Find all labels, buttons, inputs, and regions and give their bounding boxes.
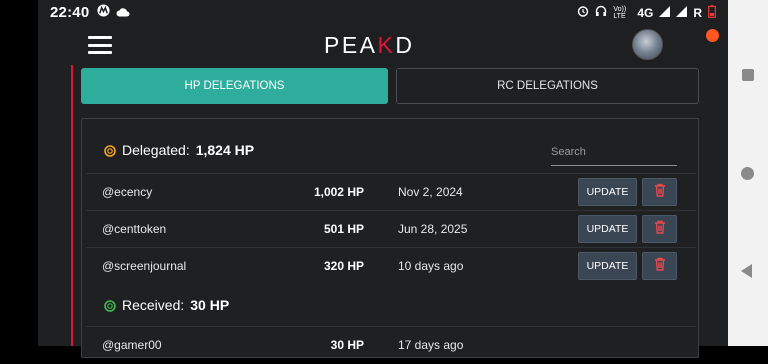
received-row: @gamer00 30 HP 17 days ago <box>86 326 696 364</box>
delegatee-link[interactable]: @centtoken <box>102 222 166 236</box>
roaming-indicator: R <box>693 5 702 20</box>
battery-low-icon <box>708 4 716 21</box>
delete-delegation-button[interactable] <box>642 178 677 206</box>
delegation-date: 10 days ago <box>398 259 464 273</box>
volte-icon: Vo)) LTE <box>613 5 627 20</box>
delegated-amount: 1,824 HP <box>195 142 255 158</box>
status-bar: 22:40 Vo)) LTE 4G R <box>38 0 728 25</box>
delegatee-link[interactable]: @screenjournal <box>102 259 186 273</box>
home-icon[interactable] <box>741 167 754 180</box>
delegated-ring-icon <box>104 144 116 157</box>
received-date: 17 days ago <box>398 338 464 352</box>
tab-rc-delegations[interactable]: RC DELEGATIONS <box>396 68 699 104</box>
delegatee-link[interactable]: @ecency <box>102 185 152 199</box>
received-label: Received: <box>122 297 185 313</box>
notification-dot[interactable] <box>706 29 719 42</box>
received-amount: 30 HP <box>190 297 230 313</box>
signal-icon <box>676 5 688 20</box>
update-button[interactable]: UPDATE <box>578 252 637 280</box>
delegation-row: @screenjournal 320 HP 10 days ago UPDATE <box>86 247 696 285</box>
app-area: PEAKD HP DELEGATIONS RC DELEGATIONS Dele… <box>38 25 728 358</box>
avatar[interactable] <box>632 29 663 60</box>
delegation-date: Jun 28, 2025 <box>398 222 468 236</box>
tab-hp-delegations[interactable]: HP DELEGATIONS <box>81 68 388 104</box>
delegated-label: Delegated: <box>122 142 190 158</box>
main-content: HP DELEGATIONS RC DELEGATIONS Delegated:… <box>38 65 728 358</box>
delegation-row: @centtoken 501 HP Jun 28, 2025 UPDATE <box>86 210 696 248</box>
headphones-icon <box>595 5 607 20</box>
delete-delegation-button[interactable] <box>642 252 677 280</box>
motorola-icon <box>97 3 110 22</box>
delegator-link[interactable]: @gamer00 <box>102 338 162 352</box>
delegations-panel: Delegated: 1,824 HP @ecency 1,002 HP Nov… <box>81 118 699 358</box>
logo-prefix: PEA <box>324 32 378 58</box>
alarm-icon <box>577 5 589 20</box>
network-type: 4G <box>637 5 654 20</box>
update-button[interactable]: UPDATE <box>578 178 637 206</box>
delete-delegation-button[interactable] <box>642 215 677 243</box>
status-time: 22:40 <box>50 4 90 21</box>
received-amount-value: 30 HP <box>330 338 364 352</box>
trash-icon <box>654 183 666 202</box>
update-button[interactable]: UPDATE <box>578 215 637 243</box>
trash-icon <box>654 220 666 239</box>
recent-apps-icon[interactable] <box>742 69 754 81</box>
delegation-row: @ecency 1,002 HP Nov 2, 2024 UPDATE <box>86 173 696 211</box>
top-nav: PEAKD <box>38 25 728 65</box>
received-ring-icon <box>104 299 116 312</box>
received-heading: Received: 30 HP <box>104 297 229 313</box>
system-navigation-bar <box>728 0 768 346</box>
logo-suffix: D <box>395 32 415 58</box>
peakd-logo[interactable]: PEAKD <box>324 32 415 59</box>
trash-icon <box>654 257 666 276</box>
delegation-date: Nov 2, 2024 <box>398 185 463 199</box>
delegation-amount: 320 HP <box>323 259 364 273</box>
logo-k: K <box>377 32 396 58</box>
hamburger-menu-icon[interactable] <box>88 36 112 54</box>
search-input[interactable] <box>551 139 677 166</box>
delegation-amount: 1,002 HP <box>313 185 364 199</box>
cloud-icon <box>116 4 130 22</box>
back-icon[interactable] <box>741 264 752 278</box>
signal-icon <box>659 5 671 20</box>
delegation-amount: 501 HP <box>323 222 364 236</box>
left-accent-rule <box>71 65 73 346</box>
delegated-heading: Delegated: 1,824 HP <box>104 142 254 158</box>
